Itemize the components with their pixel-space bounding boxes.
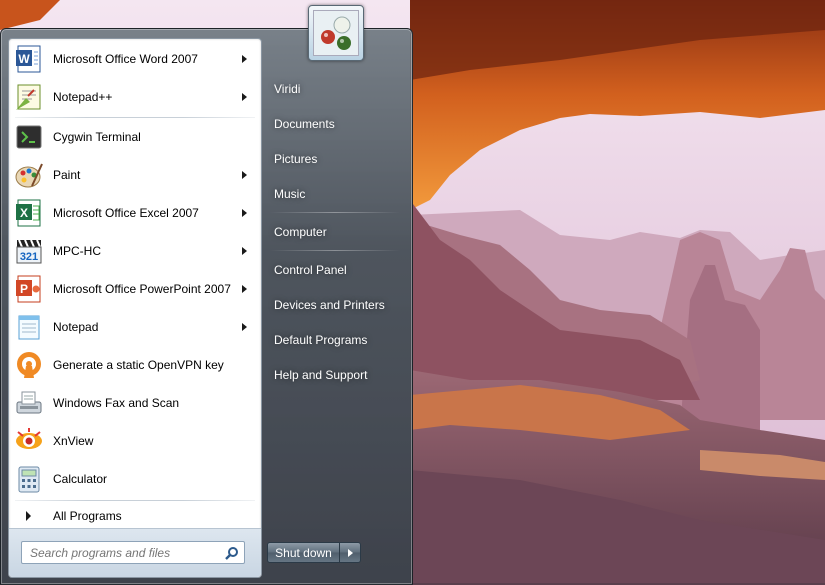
program-notepadplusplus[interactable]: Notepad++	[11, 79, 259, 115]
link-help-support[interactable]: Help and Support	[268, 360, 398, 390]
arrow-right-icon	[26, 511, 31, 521]
link-default-programs[interactable]: Default Programs	[268, 325, 398, 355]
program-cygwin-terminal[interactable]: Cygwin Terminal	[11, 119, 259, 155]
program-label: Cygwin Terminal	[53, 130, 141, 144]
fax-icon	[13, 387, 45, 419]
search-area	[9, 528, 261, 577]
shutdown-control: Shut down	[267, 542, 361, 563]
program-label: Calculator	[53, 472, 108, 486]
shutdown-options-button[interactable]	[340, 542, 361, 563]
program-xnview[interactable]: XnView	[11, 423, 259, 459]
submenu-arrow-icon[interactable]	[242, 285, 247, 293]
program-windows-fax-scan[interactable]: Windows Fax and Scan	[11, 385, 259, 421]
program-label: Microsoft Office PowerPoint 2007	[53, 282, 231, 296]
terminal-icon	[13, 121, 45, 153]
submenu-arrow-icon[interactable]	[242, 55, 247, 63]
word-icon: W	[13, 43, 45, 75]
notepad-icon	[13, 311, 45, 343]
arrow-right-icon	[347, 548, 353, 557]
all-programs-button[interactable]: All Programs	[11, 504, 259, 528]
program-label: Notepad	[53, 320, 99, 334]
all-programs-label: All Programs	[53, 509, 122, 523]
search-input[interactable]	[28, 544, 222, 561]
mpc-hc-icon: 321	[13, 235, 45, 267]
program-label: Windows Fax and Scan	[53, 396, 180, 410]
link-user-folder[interactable]: Viridi	[268, 74, 398, 104]
submenu-arrow-icon[interactable]	[242, 93, 247, 101]
divider	[15, 500, 255, 501]
paint-icon	[13, 159, 45, 191]
program-paint[interactable]: Paint	[11, 157, 259, 193]
svg-text:321: 321	[20, 251, 38, 263]
calculator-icon	[13, 463, 45, 495]
marbles-icon	[313, 10, 359, 56]
svg-text:X: X	[20, 206, 28, 220]
program-label: Notepad++	[53, 90, 113, 104]
program-label: Microsoft Office Word 2007	[53, 52, 198, 66]
link-documents[interactable]: Documents	[268, 109, 398, 139]
submenu-arrow-icon[interactable]	[242, 323, 247, 331]
svg-text:W: W	[18, 52, 30, 66]
link-devices-printers[interactable]: Devices and Printers	[268, 290, 398, 320]
excel-icon: X	[13, 197, 45, 229]
svg-text:P: P	[20, 282, 28, 296]
program-powerpoint[interactable]: P Microsoft Office PowerPoint 2007	[11, 271, 259, 307]
link-control-panel[interactable]: Control Panel	[268, 255, 398, 285]
link-computer[interactable]: Computer	[268, 217, 398, 247]
shutdown-button[interactable]: Shut down	[267, 542, 340, 563]
user-picture[interactable]	[308, 5, 364, 61]
notepadplusplus-icon	[13, 81, 45, 113]
program-notepad[interactable]: Notepad	[11, 309, 259, 345]
programs-pane: W Microsoft Office Word 2007 Notepad++ C…	[8, 38, 262, 578]
link-music[interactable]: Music	[268, 179, 398, 209]
program-mpc-hc[interactable]: 321 MPC-HC	[11, 233, 259, 269]
program-label: Microsoft Office Excel 2007	[53, 206, 199, 220]
openvpn-icon	[13, 349, 45, 381]
program-calculator[interactable]: Calculator	[11, 461, 259, 497]
search-icon[interactable]	[222, 543, 242, 563]
program-label: XnView	[53, 434, 94, 448]
submenu-arrow-icon[interactable]	[242, 247, 247, 255]
program-openvpn-key[interactable]: Generate a static OpenVPN key	[11, 347, 259, 383]
program-label: Paint	[53, 168, 81, 182]
submenu-arrow-icon[interactable]	[242, 171, 247, 179]
program-label: Generate a static OpenVPN key	[53, 358, 224, 372]
search-box[interactable]	[21, 541, 245, 564]
divider	[270, 212, 400, 213]
link-pictures[interactable]: Pictures	[268, 144, 398, 174]
program-label: MPC-HC	[53, 244, 101, 258]
submenu-arrow-icon[interactable]	[242, 209, 247, 217]
powerpoint-icon: P	[13, 273, 45, 305]
divider	[15, 117, 255, 118]
program-word[interactable]: W Microsoft Office Word 2007	[11, 41, 259, 77]
xnview-icon	[13, 425, 45, 457]
divider	[270, 250, 400, 251]
program-excel[interactable]: X Microsoft Office Excel 2007	[11, 195, 259, 231]
